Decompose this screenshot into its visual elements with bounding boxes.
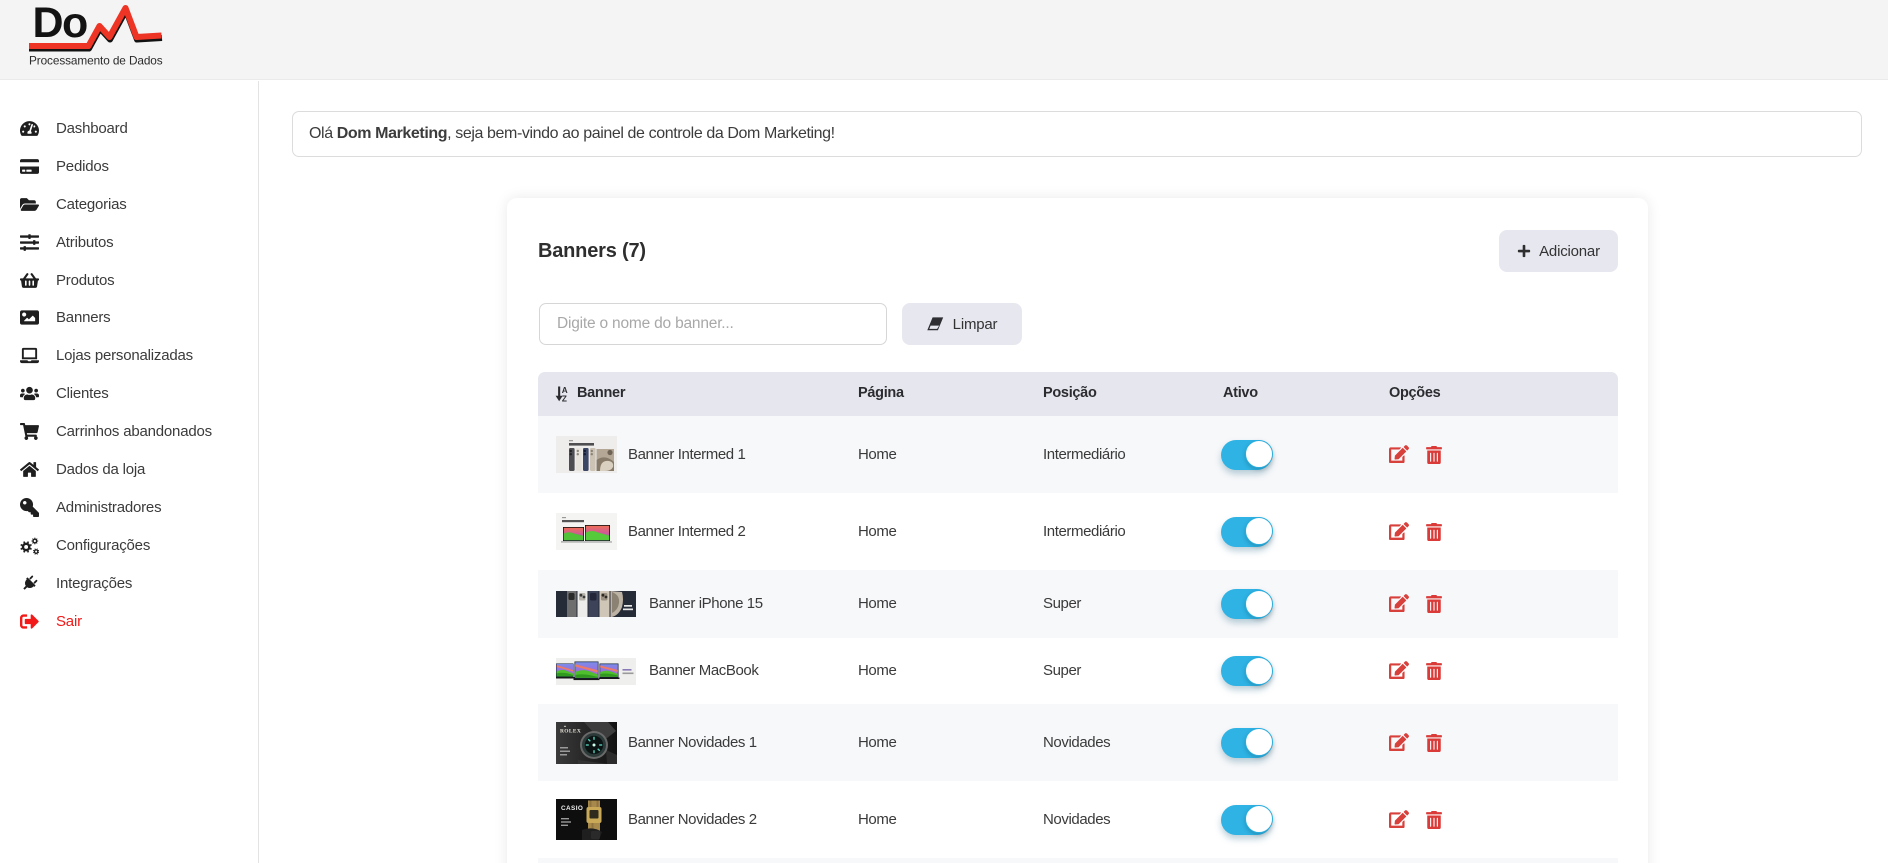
svg-text:ROLEX: ROLEX xyxy=(560,728,581,734)
svg-text:Processamento de Dados: Processamento de Dados xyxy=(29,54,163,68)
svg-text:Do: Do xyxy=(33,0,88,47)
svg-text:CASIO: CASIO xyxy=(561,805,583,812)
svg-text:Z: Z xyxy=(562,394,567,402)
